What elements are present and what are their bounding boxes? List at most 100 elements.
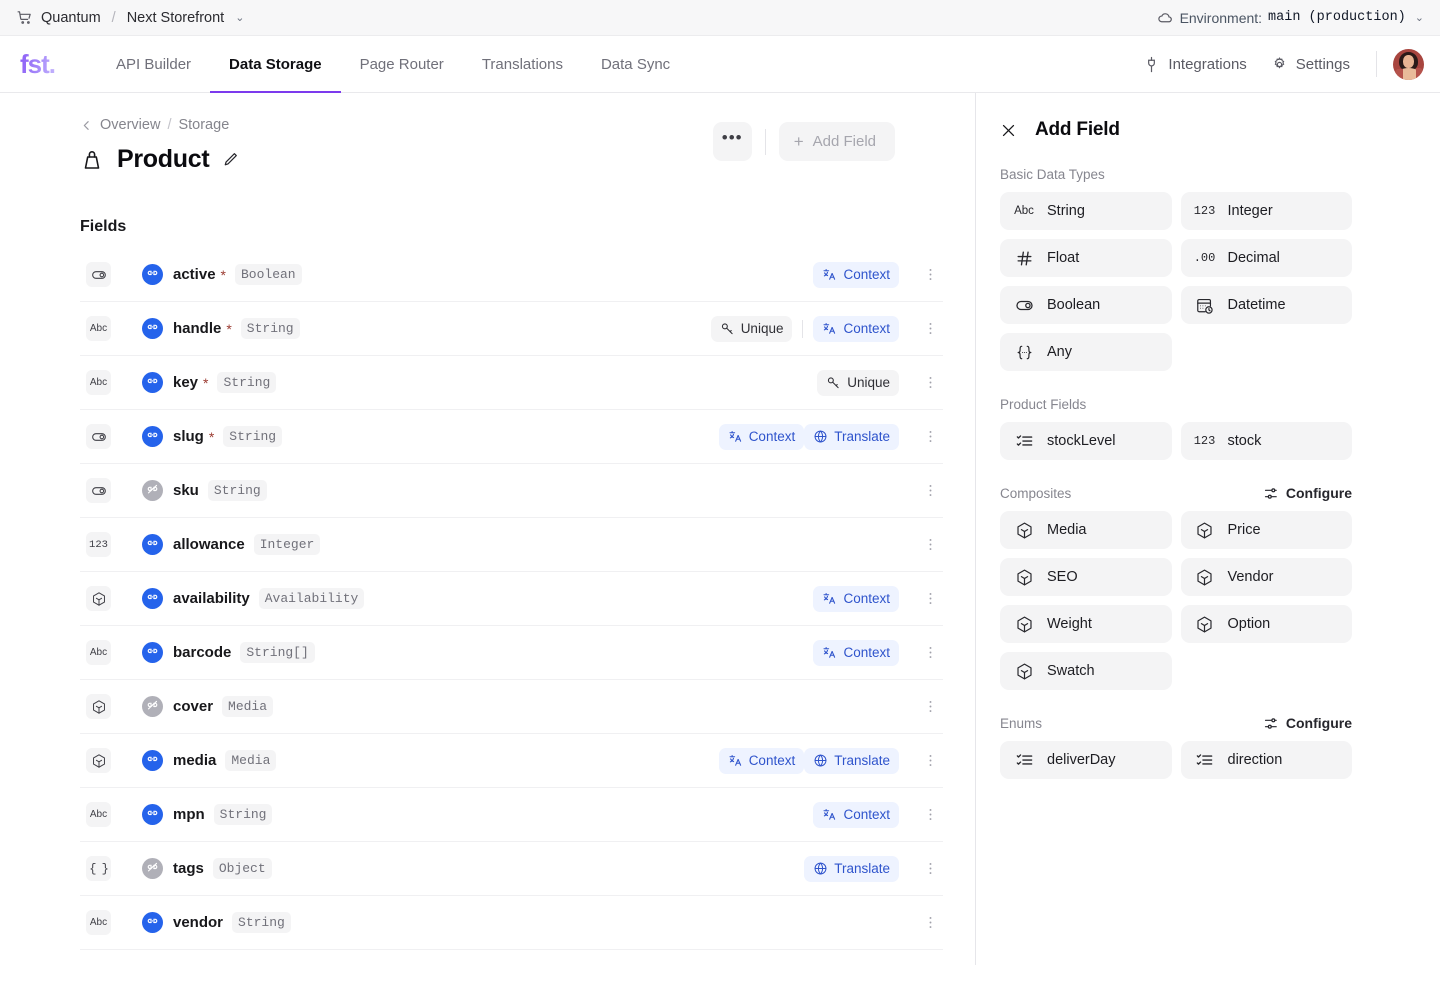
table-row[interactable]: availabilityAvailabilityContext bbox=[80, 572, 943, 626]
link-icon bbox=[142, 912, 163, 933]
abc-type-icon: Abc bbox=[86, 910, 111, 935]
field-type-tile[interactable]: stockLevel bbox=[1000, 422, 1172, 460]
field-type-tile[interactable]: .00Decimal bbox=[1181, 239, 1353, 277]
context-badge[interactable]: Context bbox=[719, 424, 805, 450]
row-menu-button[interactable] bbox=[917, 698, 943, 715]
add-field-button[interactable]: + Add Field bbox=[779, 122, 895, 161]
table-row[interactable]: slug*StringContextTranslate bbox=[80, 410, 943, 464]
chevron-down-icon[interactable]: ⌄ bbox=[235, 11, 244, 24]
row-menu-button[interactable] bbox=[917, 536, 943, 553]
field-type-tile[interactable]: direction bbox=[1181, 741, 1353, 779]
translate-badge[interactable]: Translate bbox=[804, 748, 899, 774]
table-row[interactable]: Abckey*StringUnique bbox=[80, 356, 943, 410]
table-row[interactable]: Abc vendor String bbox=[80, 896, 943, 950]
configure-button[interactable]: Configure bbox=[1262, 485, 1352, 502]
field-type-tile[interactable]: SEO bbox=[1000, 558, 1172, 596]
row-menu-button[interactable] bbox=[917, 806, 943, 823]
badge-label: Translate bbox=[834, 861, 890, 876]
required-marker: * bbox=[226, 321, 231, 337]
table-row[interactable]: AbcbarcodeString[]Context bbox=[80, 626, 943, 680]
field-type-tile[interactable]: 123Integer bbox=[1181, 192, 1353, 230]
row-menu-button[interactable] bbox=[917, 482, 943, 499]
field-type-tile[interactable]: Any bbox=[1000, 333, 1172, 371]
integrations-button[interactable]: Integrations bbox=[1133, 50, 1256, 79]
context-badge[interactable]: Context bbox=[719, 748, 805, 774]
field-name: active bbox=[173, 266, 216, 283]
table-row[interactable]: AbcmpnStringContext bbox=[80, 788, 943, 842]
field-type-tile[interactable]: 123stock bbox=[1181, 422, 1353, 460]
row-menu-button[interactable] bbox=[917, 320, 943, 337]
close-icon[interactable] bbox=[1000, 122, 1017, 139]
context-badge[interactable]: Context bbox=[813, 262, 899, 288]
table-row[interactable]: 123allowanceInteger bbox=[80, 518, 943, 572]
context-badge[interactable]: Context bbox=[813, 640, 899, 666]
app-logo[interactable]: fst. bbox=[20, 51, 55, 77]
row-menu-button[interactable] bbox=[917, 374, 943, 391]
row-menu-button[interactable] bbox=[917, 752, 943, 769]
field-type-tile[interactable]: Vendor bbox=[1181, 558, 1353, 596]
unique-badge[interactable]: Unique bbox=[817, 370, 899, 396]
field-type-tile[interactable]: deliverDay bbox=[1000, 741, 1172, 779]
breadcrumb-store[interactable]: Next Storefront bbox=[127, 10, 225, 26]
breadcrumb-overview[interactable]: Overview bbox=[100, 117, 160, 133]
globe-icon bbox=[813, 753, 828, 768]
configure-button[interactable]: Configure bbox=[1262, 715, 1352, 732]
chevron-left-icon[interactable] bbox=[80, 119, 93, 132]
field-type-tile[interactable]: Float bbox=[1000, 239, 1172, 277]
settings-button[interactable]: Settings bbox=[1261, 50, 1360, 79]
field-type: String[] bbox=[240, 642, 314, 663]
table-row[interactable]: coverMedia bbox=[80, 680, 943, 734]
row-menu-button[interactable] bbox=[917, 590, 943, 607]
field-name: vendor bbox=[173, 914, 223, 931]
toggle-icon bbox=[1014, 296, 1034, 315]
shopping-bag-icon bbox=[80, 148, 104, 172]
context-badge[interactable]: Context bbox=[813, 316, 899, 342]
row-menu-button[interactable] bbox=[917, 914, 943, 931]
breadcrumb-storage[interactable]: Storage bbox=[178, 117, 229, 133]
field-type: Media bbox=[225, 750, 276, 771]
key-icon bbox=[826, 375, 841, 390]
table-row[interactable]: { }tagsObjectTranslate bbox=[80, 842, 943, 896]
row-menu-button[interactable] bbox=[917, 644, 943, 661]
field-type-tile[interactable]: Price bbox=[1181, 511, 1353, 549]
field-type-tile[interactable]: Swatch bbox=[1000, 652, 1172, 690]
more-options-button[interactable]: ••• bbox=[713, 122, 752, 161]
environment-selector[interactable]: Environment: main (production) ⌄ bbox=[1157, 9, 1424, 26]
field-name: mpn bbox=[173, 806, 205, 823]
languages-icon bbox=[822, 321, 837, 336]
cube-type-icon bbox=[86, 586, 111, 611]
field-badges: Unique bbox=[817, 370, 899, 396]
row-menu-button[interactable] bbox=[917, 860, 943, 877]
add-field-panel: Add Field Basic Data TypesAbcString123In… bbox=[976, 93, 1440, 1000]
avatar[interactable] bbox=[1393, 49, 1424, 80]
field-type-tile[interactable]: Media bbox=[1000, 511, 1172, 549]
translate-badge[interactable]: Translate bbox=[804, 424, 899, 450]
tab-page-router[interactable]: Page Router bbox=[341, 36, 463, 92]
field-type-tile[interactable]: Option bbox=[1181, 605, 1353, 643]
breadcrumb-project[interactable]: Quantum bbox=[41, 10, 101, 26]
languages-icon bbox=[728, 429, 743, 444]
field-type: String bbox=[232, 912, 291, 933]
field-type-tile[interactable]: Weight bbox=[1000, 605, 1172, 643]
field-type-tile[interactable]: AbcString bbox=[1000, 192, 1172, 230]
tab-data-storage[interactable]: Data Storage bbox=[210, 36, 341, 92]
table-row[interactable]: skuString bbox=[80, 464, 943, 518]
table-row[interactable]: Abchandle*StringUniqueContext bbox=[80, 302, 943, 356]
chevron-down-icon[interactable]: ⌄ bbox=[1415, 11, 1424, 24]
tab-api-builder[interactable]: API Builder bbox=[97, 36, 210, 92]
context-badge[interactable]: Context bbox=[813, 586, 899, 612]
table-row[interactable]: active*BooleanContext bbox=[80, 248, 943, 302]
table-row[interactable]: mediaMediaContextTranslate bbox=[80, 734, 943, 788]
tab-data-sync[interactable]: Data Sync bbox=[582, 36, 689, 92]
row-menu-button[interactable] bbox=[917, 428, 943, 445]
unique-badge[interactable]: Unique bbox=[711, 316, 793, 342]
field-type-tile[interactable]: Datetime bbox=[1181, 286, 1353, 324]
translate-badge[interactable]: Translate bbox=[804, 856, 899, 882]
configure-label: Configure bbox=[1286, 485, 1352, 501]
context-badge[interactable]: Context bbox=[813, 802, 899, 828]
tab-translations[interactable]: Translations bbox=[463, 36, 582, 92]
row-menu-button[interactable] bbox=[917, 266, 943, 283]
pencil-icon[interactable] bbox=[222, 151, 239, 168]
field-type-tile[interactable]: Boolean bbox=[1000, 286, 1172, 324]
field-badges: Context bbox=[813, 586, 899, 612]
